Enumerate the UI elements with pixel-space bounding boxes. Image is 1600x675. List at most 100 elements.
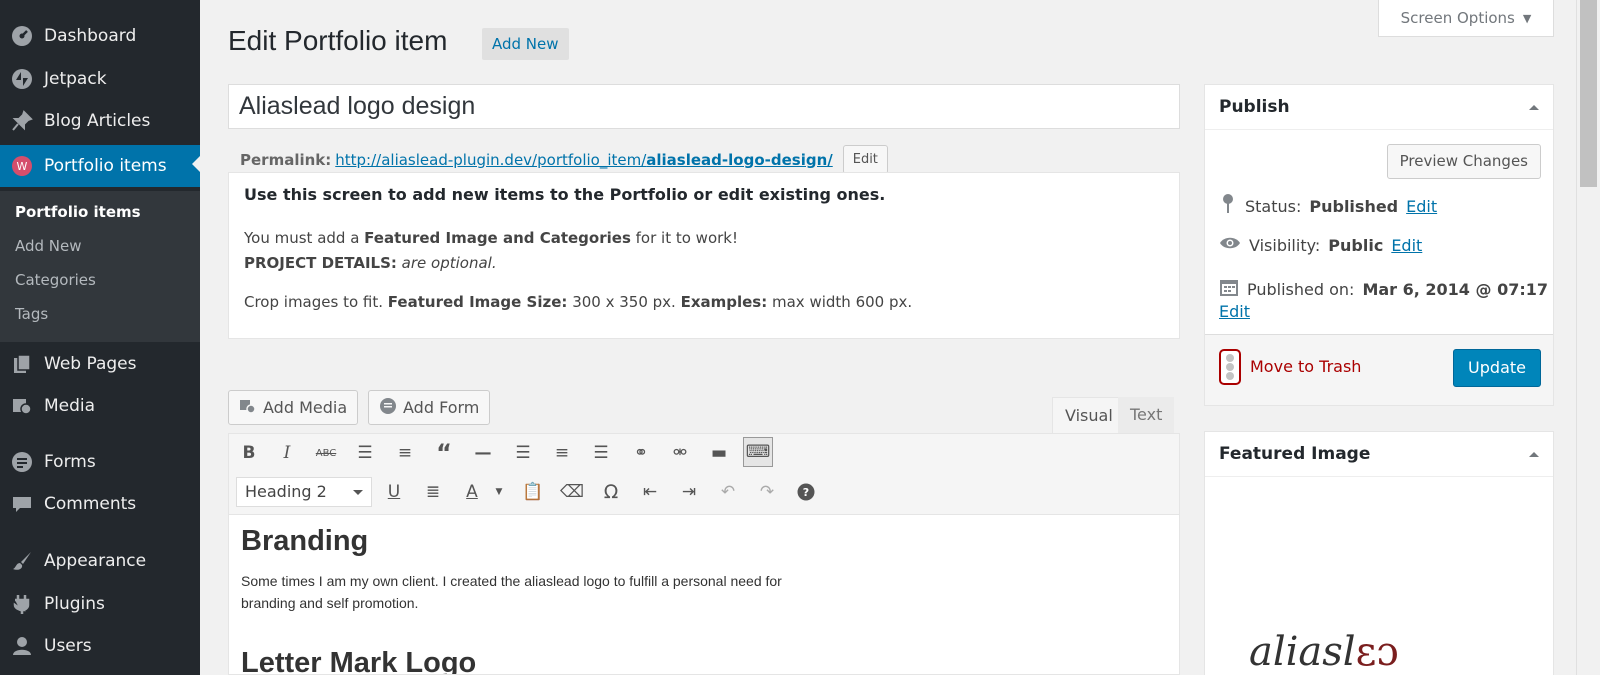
add-form-icon: [379, 397, 397, 419]
menu-forms[interactable]: Forms: [0, 443, 200, 481]
permalink-base: http://aliaslead-plugin.dev/portfolio_it…: [335, 150, 647, 169]
jetpack-icon: [0, 68, 44, 90]
content-paragraph: Some times I am my own client. I created…: [241, 573, 782, 611]
traffic-light-icon: [1219, 349, 1241, 389]
plugin-icon: [0, 593, 44, 615]
bullet-list-icon[interactable]: ☰: [350, 438, 380, 468]
page-scrollbar[interactable]: [1576, 0, 1600, 675]
menu-web-pages[interactable]: Web Pages: [0, 345, 200, 383]
preview-changes-button[interactable]: Preview Changes: [1386, 144, 1541, 179]
blockquote-icon[interactable]: “: [429, 438, 459, 468]
permalink-slug: aliaslead-logo-design/: [646, 150, 833, 169]
menu-label: Media: [44, 396, 96, 416]
horizontal-rule-icon[interactable]: —: [468, 438, 498, 468]
screen-options-button[interactable]: Screen Options ▼: [1378, 0, 1554, 37]
featured-image-logo[interactable]: aliaslɛɔ: [1249, 632, 1399, 672]
users-icon: [0, 635, 44, 657]
permalink-edit-button[interactable]: Edit: [842, 145, 888, 174]
eye-icon: [1219, 235, 1241, 255]
editor-toolbar: B I ABC ☰ ≡ “ — ☰ ≡ ☰ ⚭ ⚮ ▬ ⌨ Heading 2 …: [228, 433, 1180, 515]
update-button[interactable]: Update: [1453, 349, 1541, 387]
add-new-button[interactable]: Add New: [482, 28, 569, 60]
submenu-portfolio-items[interactable]: Portfolio items: [15, 203, 141, 221]
move-to-trash-link[interactable]: Move to Trash: [1250, 357, 1361, 376]
menu-users[interactable]: Users: [0, 627, 200, 665]
menu-label: Dashboard: [44, 26, 137, 46]
menu-plugins[interactable]: Plugins: [0, 585, 200, 623]
add-form-button[interactable]: Add Form: [368, 390, 491, 425]
menu-portfolio-items[interactable]: W Portfolio items: [0, 145, 200, 187]
underline-icon[interactable]: U: [379, 477, 409, 507]
menu-blog-articles[interactable]: Blog Articles: [0, 102, 200, 140]
tab-visual[interactable]: Visual: [1052, 397, 1126, 433]
submenu-categories[interactable]: Categories: [15, 271, 96, 289]
menu-label: Plugins: [44, 594, 105, 614]
special-character-icon[interactable]: Ω: [596, 477, 626, 507]
logo-text: aliasl: [1249, 629, 1356, 675]
svg-text:W: W: [17, 160, 28, 173]
scrollbar-thumb[interactable]: [1580, 0, 1597, 187]
menu-label: Blog Articles: [44, 111, 151, 131]
menu-label: Comments: [44, 494, 137, 514]
submenu-add-new[interactable]: Add New: [15, 237, 82, 255]
redo-icon[interactable]: ↷: [752, 477, 782, 507]
publish-actions: Move to Trash Update: [1205, 334, 1553, 405]
outdent-icon[interactable]: ⇤: [635, 477, 665, 507]
clear-formatting-icon[interactable]: ⌫: [557, 477, 587, 507]
publish-box: Publish Preview Changes Status: Publishe…: [1204, 84, 1554, 406]
submenu-tags[interactable]: Tags: [15, 305, 48, 323]
help-line-3: Crop images to fit. Featured Image Size:…: [244, 293, 913, 311]
pin-status-icon: [1219, 193, 1237, 219]
align-left-icon[interactable]: ☰: [508, 438, 538, 468]
keyboard-toggle-icon[interactable]: ⌨: [743, 437, 773, 467]
brush-icon: [0, 550, 44, 572]
comments-icon: [0, 493, 44, 515]
format-select[interactable]: Heading 2: [236, 477, 372, 507]
post-title-input[interactable]: Aliaslead logo design: [228, 84, 1180, 129]
visibility-value: Public: [1328, 235, 1384, 255]
justify-icon[interactable]: ≣: [418, 477, 448, 507]
featured-image-box: Featured Image aliaslɛɔ: [1204, 431, 1554, 675]
published-edit-link[interactable]: Edit: [1219, 302, 1250, 321]
permalink-label: Permalink:: [240, 150, 332, 169]
permalink-link[interactable]: http://aliaslead-plugin.dev/portfolio_it…: [335, 151, 832, 169]
indent-icon[interactable]: ⇥: [674, 477, 704, 507]
numbered-list-icon[interactable]: ≡: [390, 438, 420, 468]
visibility-edit-link[interactable]: Edit: [1391, 236, 1422, 255]
menu-comments[interactable]: Comments: [0, 485, 200, 523]
featured-image-title: Featured Image: [1219, 444, 1371, 464]
menu-dashboard[interactable]: Dashboard: [0, 17, 200, 55]
unlink-icon[interactable]: ⚮: [665, 438, 695, 468]
publish-title: Publish: [1219, 97, 1290, 117]
read-more-icon[interactable]: ▬: [704, 438, 734, 468]
bold-icon[interactable]: B: [234, 438, 264, 468]
italic-icon[interactable]: I: [272, 438, 302, 468]
content-heading-letter-mark: Letter Mark Logo: [241, 647, 477, 675]
paste-text-icon[interactable]: 📋: [518, 477, 548, 507]
admin-sidebar: Dashboard Jetpack Blog Articles W Portfo…: [0, 0, 200, 675]
add-media-button[interactable]: Add Media: [228, 390, 359, 425]
color-dropdown-icon[interactable]: ▼: [484, 477, 514, 507]
align-right-icon[interactable]: ☰: [586, 438, 616, 468]
help-icon[interactable]: ?: [791, 477, 821, 507]
add-form-label: Add Form: [403, 398, 480, 417]
menu-media[interactable]: Media: [0, 387, 200, 425]
editor-content[interactable]: Branding Some times I am my own client. …: [228, 515, 1180, 675]
align-center-icon[interactable]: ≡: [547, 438, 577, 468]
permalink-row: Permalink: http://aliaslead-plugin.dev/p…: [240, 145, 888, 174]
status-edit-link[interactable]: Edit: [1406, 197, 1437, 216]
logo-mark: ɛɔ: [1355, 629, 1399, 675]
collapse-toggle-icon[interactable]: [1529, 447, 1539, 457]
strikethrough-icon[interactable]: ABC: [311, 438, 341, 468]
tab-text[interactable]: Text: [1118, 397, 1175, 433]
menu-jetpack[interactable]: Jetpack: [0, 60, 200, 98]
link-icon[interactable]: ⚭: [626, 438, 656, 468]
text-color-icon[interactable]: A: [457, 477, 487, 507]
menu-appearance[interactable]: Appearance: [0, 542, 200, 580]
forms-icon: [0, 451, 44, 473]
collapse-toggle-icon[interactable]: [1529, 100, 1539, 110]
undo-icon[interactable]: ↶: [713, 477, 743, 507]
menu-label: Jetpack: [44, 69, 107, 89]
featured-image-header[interactable]: Featured Image: [1205, 432, 1553, 477]
publish-header[interactable]: Publish: [1205, 85, 1553, 130]
